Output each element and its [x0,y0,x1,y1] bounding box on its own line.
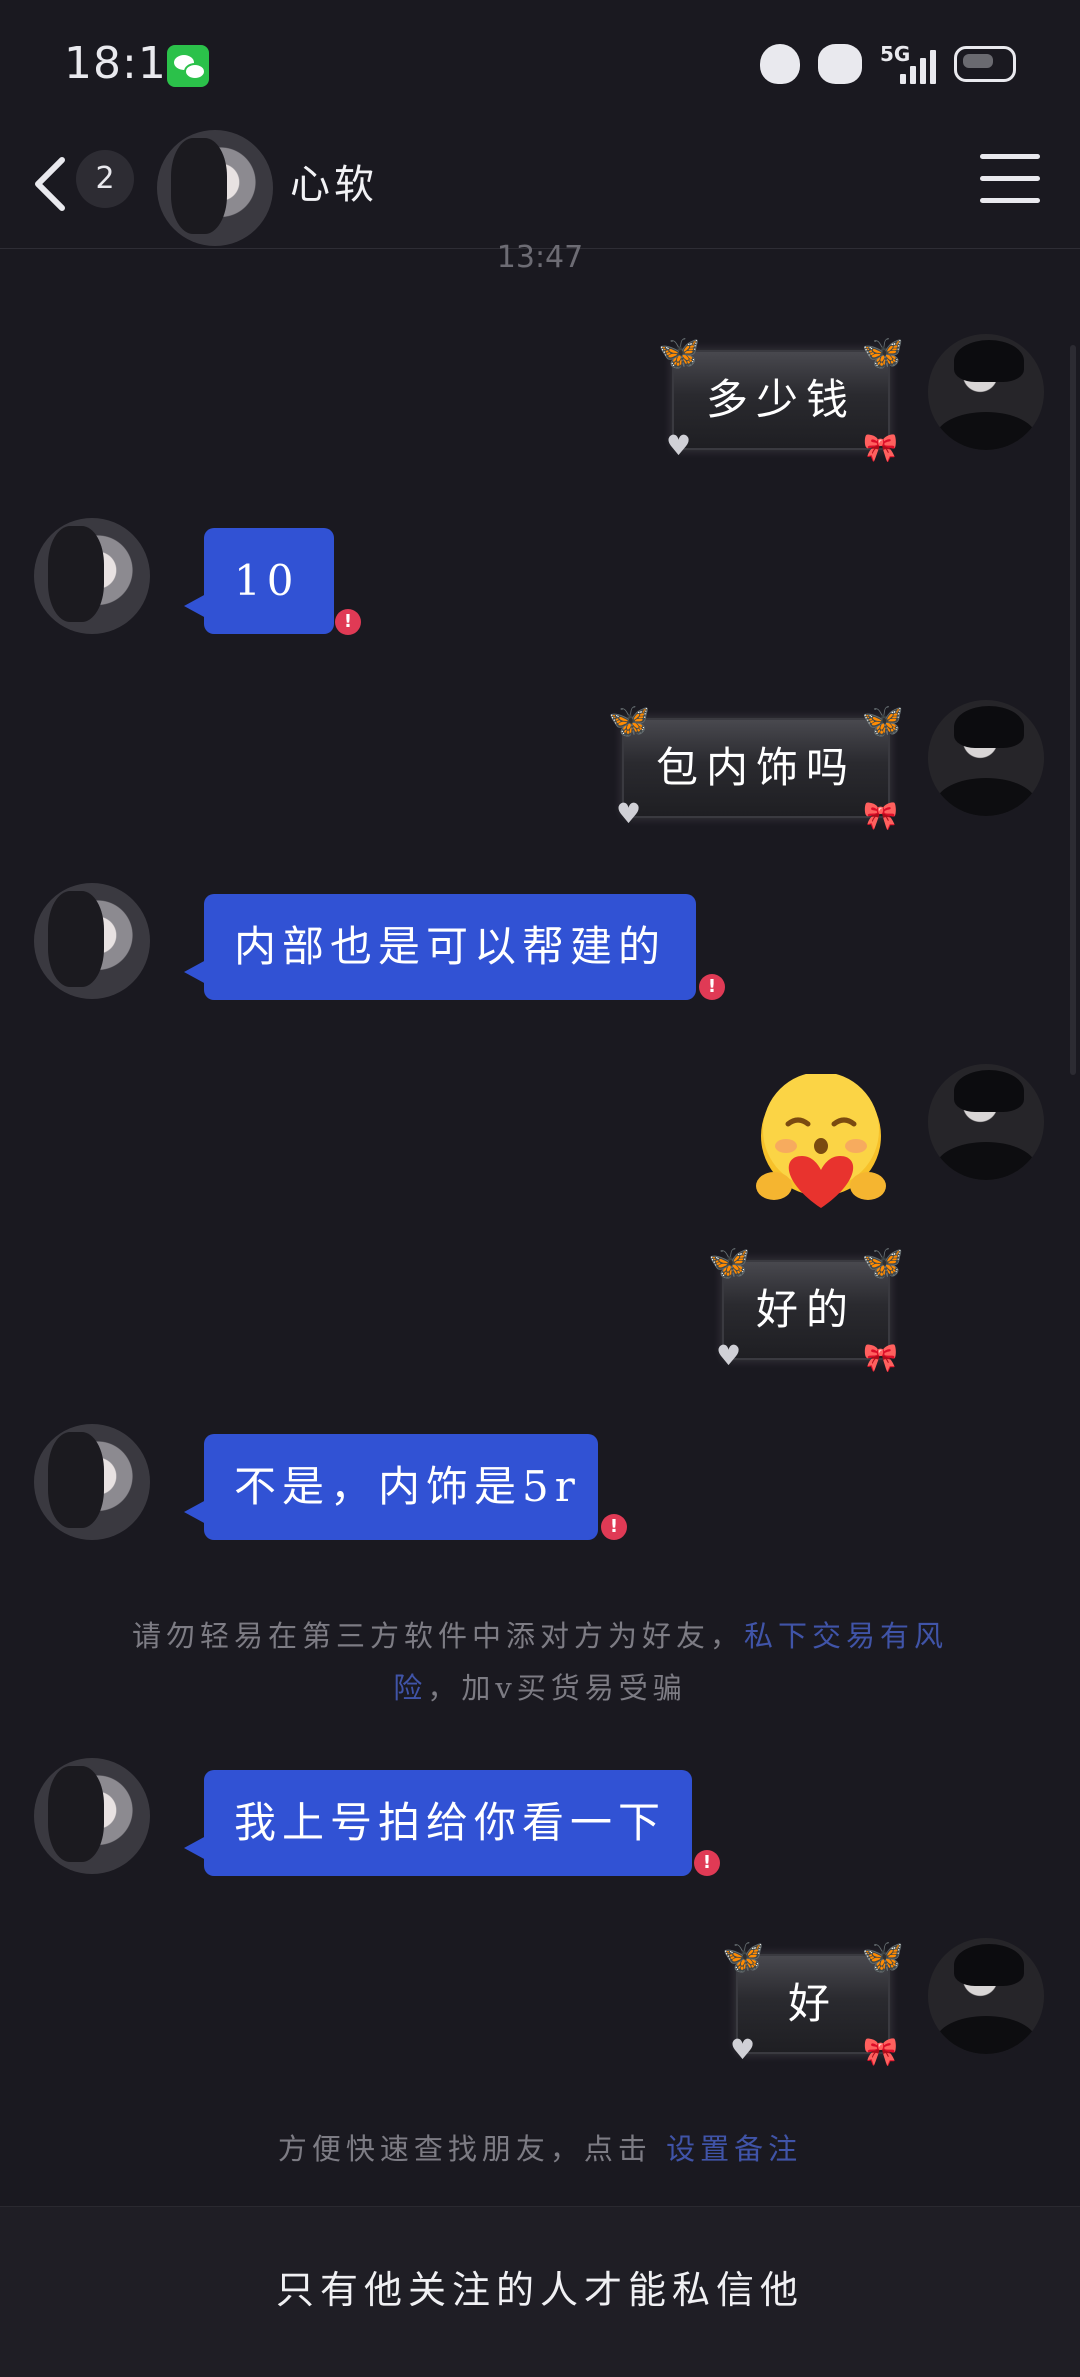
status-bar: 18:12 5G [0,0,1080,130]
heart-icon: ♥ [666,429,692,462]
message-text: 10 [234,556,300,605]
network-type: 5G [880,42,911,66]
contact-avatar[interactable] [157,130,273,246]
message-timestamp: 13:47 [496,240,584,275]
set-remark-hint: 方便快速查找朋友，点击 设置备注 [0,2126,1080,2168]
contact-avatar[interactable] [34,883,150,999]
outgoing-message[interactable]: 🦋 🦋 ♥ 🎀 多少钱 [658,336,904,462]
set-remark-link[interactable]: 设置备注 [666,2132,802,2166]
contact-avatar[interactable] [34,518,150,634]
message-text: 好 [787,1979,838,2028]
send-failed-icon[interactable]: ! [601,1514,627,1540]
outgoing-message[interactable]: 🦋 🦋 ♥ 🎀 好 [722,1940,904,2066]
outgoing-message[interactable]: 🦋 🦋 ♥ 🎀 包内饰吗 [608,704,904,830]
heart-icon: ♥ [730,2033,756,2066]
risk-link[interactable]: 私下交易有风 [744,1619,948,1653]
bow-icon: 🎀 [863,1341,898,1374]
risk-link-continued[interactable]: 险 [393,1671,427,1705]
send-failed-icon[interactable]: ! [699,974,725,1000]
incoming-message[interactable]: 内部也是可以帮建的 [184,894,696,1000]
butterfly-icon: 🦋 [861,701,904,741]
contact-name[interactable]: 心软 [290,152,378,210]
butterfly-icon: 🦋 [722,1937,765,1977]
footer-notice: 只有他关注的人才能私信他 [0,2206,1080,2377]
bow-icon: 🎀 [863,799,898,832]
butterfly-icon: 🦋 [708,1243,751,1283]
warning-text: 请勿轻易在第三方软件中添对方为好友， [131,1619,744,1653]
contact-avatar[interactable] [34,1424,150,1540]
heart-hug-emoji-sticker[interactable] [752,1074,890,1212]
butterfly-icon: 🦋 [861,1243,904,1283]
wechat-notification-icon [167,45,209,87]
bow-icon: 🎀 [863,2035,898,2068]
incoming-message[interactable]: 10 [184,528,334,634]
back-arrow-icon[interactable] [26,152,76,216]
butterfly-icon: 🦋 [608,701,651,741]
bow-icon: 🎀 [863,431,898,464]
scrollbar[interactable] [1070,345,1076,1075]
message-text: 我上号拍给你看一下 [234,1798,667,1847]
outgoing-message[interactable]: 🦋 🦋 ♥ 🎀 好的 [708,1246,904,1372]
app-notification-icon-2 [818,44,862,84]
message-text: 不是，内饰是5r [234,1462,581,1511]
status-icons: 5G [760,42,1016,86]
my-avatar[interactable] [928,1064,1044,1180]
butterfly-icon: 🦋 [861,333,904,373]
remark-hint-text: 方便快速查找朋友，点击 [277,2132,667,2166]
heart-icon: ♥ [616,797,642,830]
message-text: 包内饰吗 [655,743,856,792]
incoming-message[interactable]: 不是，内饰是5r [184,1434,598,1540]
battery-icon [954,46,1016,82]
message-text: 多少钱 [705,375,856,424]
signal-icon: 5G [880,42,936,86]
unread-count-badge[interactable]: 2 [76,150,134,208]
dm-restriction-text: 只有他关注的人才能私信他 [275,2268,804,2312]
contact-avatar[interactable] [34,1758,150,1874]
send-failed-icon[interactable]: ! [694,1850,720,1876]
heart-icon: ♥ [716,1339,742,1372]
message-text: 内部也是可以帮建的 [234,922,667,971]
butterfly-icon: 🦋 [861,1937,904,1977]
my-avatar[interactable] [928,334,1044,450]
chat-header: 2 心软 [0,130,1080,249]
butterfly-icon: 🦋 [658,333,701,373]
my-avatar[interactable] [928,700,1044,816]
safety-warning-note: 请勿轻易在第三方软件中添对方为好友，私下交易有风 险，加v买货易受骗 [80,1610,1000,1714]
menu-icon[interactable] [980,154,1040,206]
app-notification-icon [760,44,800,84]
warning-text-suffix: ，加v买货易受骗 [427,1671,687,1705]
incoming-message[interactable]: 我上号拍给你看一下 [184,1770,692,1876]
message-text: 好的 [755,1285,856,1334]
send-failed-icon[interactable]: ! [335,609,361,635]
my-avatar[interactable] [928,1938,1044,2054]
